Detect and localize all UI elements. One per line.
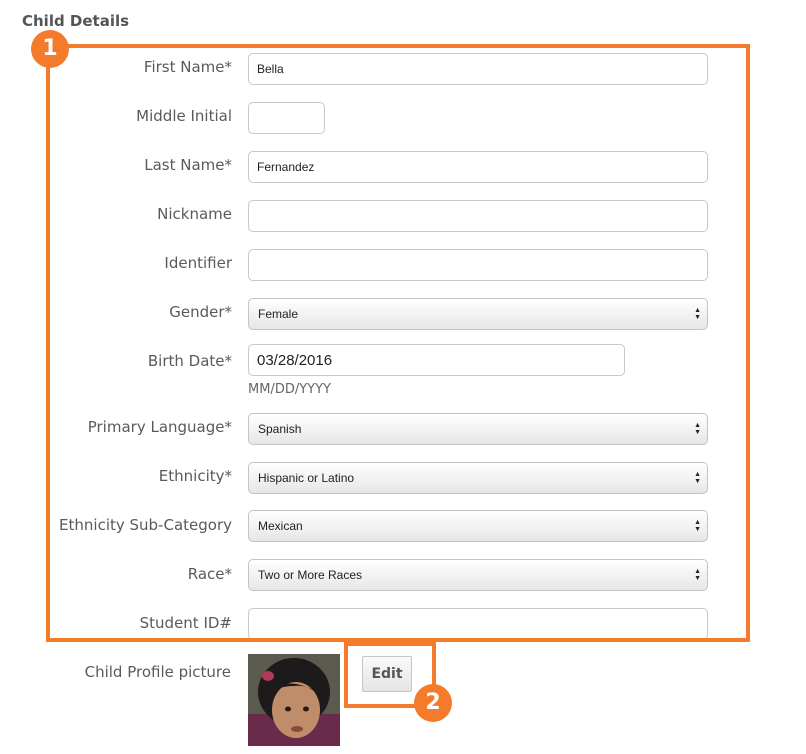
ethnicity-select[interactable]: Hispanic or Latino ▲ ▼ [248,462,708,494]
race-select[interactable]: Two or More Races ▲ ▼ [248,559,708,591]
last-name-field[interactable]: Fernandez [248,151,708,183]
race-label: Race* [187,565,232,583]
middle-initial-field[interactable] [248,102,325,134]
profile-picture-label: Child Profile picture [84,663,231,681]
gender-label: Gender* [169,303,232,321]
identifier-field[interactable] [248,249,708,281]
edit-picture-button[interactable]: Edit [362,656,412,692]
section-title: Child Details [22,12,130,30]
gender-select[interactable]: Female ▲ ▼ [248,298,708,330]
select-arrows-icon: ▲ ▼ [694,422,701,436]
first-name-field[interactable]: Bella [248,53,708,85]
first-name-label: First Name* [143,58,232,76]
student-id-label: Student ID# [139,614,232,632]
gender-value: Female [258,307,299,321]
select-arrows-icon: ▲ ▼ [694,568,701,582]
select-arrows-icon: ▲ ▼ [694,307,701,321]
child-avatar [248,654,340,746]
nickname-label: Nickname [157,205,232,223]
select-arrows-icon: ▲ ▼ [694,471,701,485]
primary-language-value: Spanish [258,422,302,436]
primary-language-select[interactable]: Spanish ▲ ▼ [248,413,708,445]
ethnicity-sub-category-label: Ethnicity Sub-Category [59,516,232,534]
nickname-field[interactable] [248,200,708,232]
last-name-label: Last Name* [144,156,232,174]
race-value: Two or More Races [258,568,363,582]
callout-badge-2: 2 [414,684,452,722]
ethnicity-label: Ethnicity* [158,467,232,485]
primary-language-label: Primary Language* [87,418,232,436]
form-highlight-box: First Name* Bella Middle Initial Last Na… [46,44,750,642]
callout-badge-1: 1 [31,30,69,68]
middle-initial-label: Middle Initial [136,107,232,125]
birth-date-hint: MM/DD/YYYY [248,382,331,397]
birth-date-label: Birth Date* [147,352,232,370]
birth-date-field[interactable]: 03/28/2016 [248,344,625,376]
ethnicity-value: Hispanic or Latino [258,471,355,485]
ethnicity-sub-category-select[interactable]: Mexican ▲ ▼ [248,510,708,542]
student-id-field[interactable] [248,608,708,638]
select-arrows-icon: ▲ ▼ [694,519,701,533]
ethnicity-sub-category-value: Mexican [258,519,303,533]
identifier-label: Identifier [164,254,232,272]
